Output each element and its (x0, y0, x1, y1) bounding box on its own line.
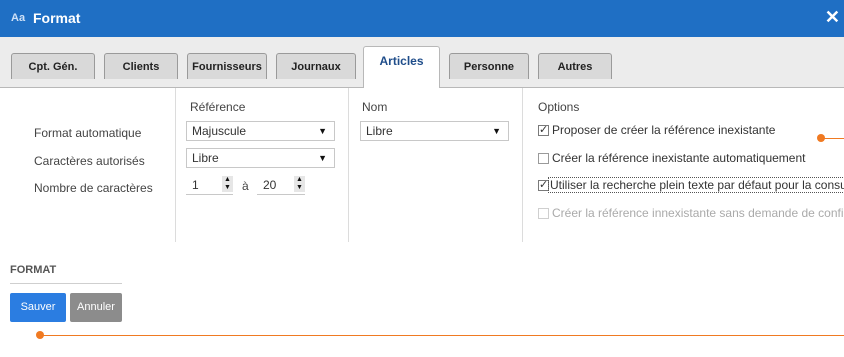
reference-chars-value: Libre (192, 151, 219, 165)
save-button[interactable]: Sauver (10, 293, 66, 322)
reference-header: Référence (190, 100, 246, 114)
tab-journaux[interactable]: Journaux (276, 53, 356, 79)
column-divider (348, 88, 349, 242)
range-separator: à (242, 179, 249, 193)
window-title: Format (33, 10, 81, 26)
annotation-line (824, 138, 844, 139)
options-header: Options (538, 100, 580, 114)
cancel-button[interactable]: Annuler (70, 293, 122, 322)
nom-header: Nom (362, 100, 388, 114)
section-divider (10, 283, 122, 284)
option-creer-auto-checkbox[interactable] (538, 153, 549, 164)
format-section-title: FORMAT (10, 264, 57, 276)
format-automatique-label: Format automatique (34, 126, 142, 140)
title-bar: Aa Format ✕ (0, 0, 844, 37)
reference-chars-select[interactable]: Libre ▼ (186, 148, 335, 168)
option-creer-auto-label: Créer la référence inexistante automatiq… (552, 151, 806, 165)
dropdown-arrow-icon: ▼ (318, 126, 327, 136)
option-recherche-label: Utiliser la recherche plein texte par dé… (548, 177, 844, 193)
option-proposer-label: Proposer de créer la référence inexistan… (552, 123, 776, 137)
caracteres-autorises-label: Caractères autorisés (34, 154, 145, 168)
nom-format-select[interactable]: Libre ▼ (360, 121, 509, 141)
tab-articles[interactable]: Articles (363, 46, 440, 88)
option-recherche-checkbox[interactable]: ✓ (538, 179, 549, 191)
tab-autres[interactable]: Autres (538, 53, 612, 79)
annotation-line (43, 335, 844, 336)
close-icon[interactable]: ✕ (825, 7, 840, 28)
nombre-caracteres-label: Nombre de caractères (34, 181, 153, 195)
option-proposer-checkbox[interactable]: ✓ (538, 124, 549, 136)
option-sans-confirmation-label: Créer la référence innexistante sans dem… (552, 206, 844, 220)
spinner-arrows-icon[interactable]: ▲ ▼ (222, 176, 233, 192)
tab-clients[interactable]: Clients (104, 53, 178, 79)
column-divider (522, 88, 523, 242)
spinner-arrows-icon[interactable]: ▲ ▼ (294, 176, 305, 192)
tab-cpt-gen[interactable]: Cpt. Gén. (11, 53, 95, 79)
dropdown-arrow-icon: ▼ (492, 126, 501, 136)
reference-max-stepper[interactable]: 20 ▲ ▼ (257, 175, 305, 195)
reference-min-stepper[interactable]: 1 ▲ ▼ (186, 175, 233, 195)
reference-format-value: Majuscule (192, 124, 247, 138)
reference-min-value: 1 (192, 178, 199, 192)
column-divider (175, 88, 176, 242)
dropdown-arrow-icon: ▼ (318, 153, 327, 163)
checkmark-icon: ✓ (539, 179, 549, 191)
format-logo-icon: Aa (11, 12, 26, 24)
option-sans-confirmation-checkbox[interactable] (538, 208, 549, 219)
nom-format-value: Libre (366, 124, 393, 138)
checkmark-icon: ✓ (539, 124, 549, 136)
tab-personne[interactable]: Personne (449, 53, 529, 79)
reference-max-value: 20 (263, 178, 277, 192)
tab-fournisseurs[interactable]: Fournisseurs (187, 53, 267, 79)
reference-format-select[interactable]: Majuscule ▼ (186, 121, 335, 141)
